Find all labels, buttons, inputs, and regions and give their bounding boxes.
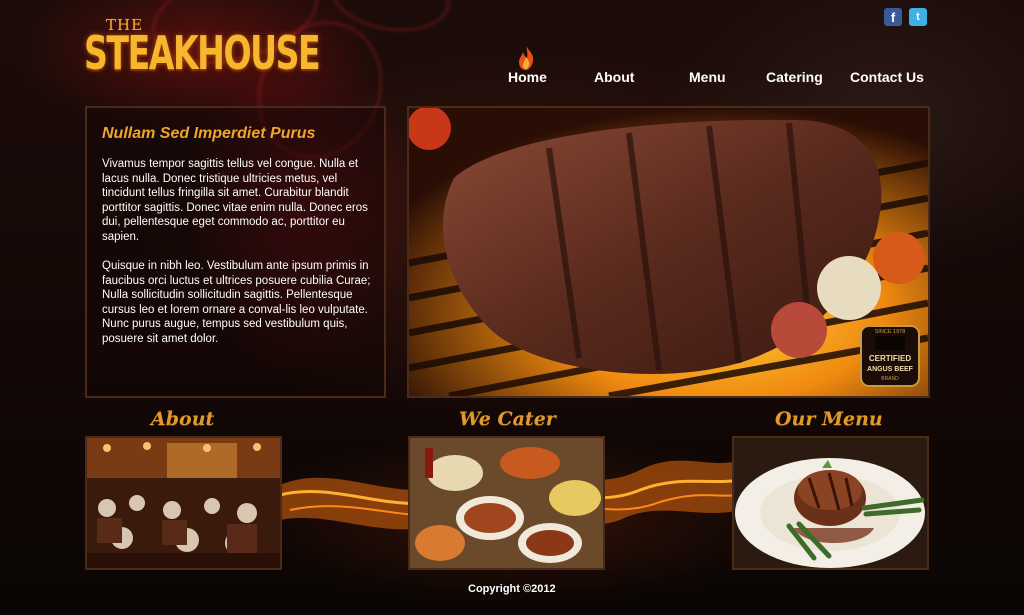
intro-heading: Nullam Sed Imperdiet Purus bbox=[102, 125, 316, 142]
badge-line-3: BRAND bbox=[881, 376, 899, 382]
nav-menu[interactable]: Menu bbox=[689, 69, 726, 85]
nav-about[interactable]: About bbox=[594, 69, 634, 85]
we-cater-title[interactable]: We Cater bbox=[459, 408, 556, 430]
about-image[interactable] bbox=[85, 436, 282, 570]
nav-home[interactable]: Home bbox=[508, 69, 547, 85]
main-nav: Home About Menu Catering Contact Us bbox=[0, 69, 1024, 89]
certified-angus-badge: SINCE 1978 CERTIFIED ANGUS BEEF BRAND bbox=[860, 325, 920, 387]
intro-paragraph-2: Quisque in nibh leo. Vestibulum ante ips… bbox=[102, 260, 371, 345]
badge-line-2: ANGUS BEEF bbox=[867, 366, 914, 373]
nav-catering[interactable]: Catering bbox=[766, 69, 823, 85]
nav-contact[interactable]: Contact Us bbox=[850, 69, 924, 85]
flame-icon bbox=[519, 46, 534, 70]
badge-line-1: CERTIFIED bbox=[869, 354, 911, 363]
catering-image[interactable] bbox=[408, 436, 605, 570]
intro-paragraph-1: Vivamus tempor sagittis tellus vel congu… bbox=[102, 158, 368, 243]
social-links: f t bbox=[884, 8, 927, 26]
hero-image: SINCE 1978 CERTIFIED ANGUS BEEF BRAND bbox=[407, 106, 930, 398]
our-menu-title[interactable]: Our Menu bbox=[775, 408, 883, 430]
copyright: Copyright ©2012 bbox=[468, 583, 556, 595]
facebook-icon[interactable]: f bbox=[884, 8, 902, 26]
intro-panel: Nullam Sed Imperdiet Purus Vivamus tempo… bbox=[85, 106, 386, 398]
badge-since: SINCE 1978 bbox=[875, 329, 906, 335]
twitter-icon[interactable]: t bbox=[909, 8, 927, 26]
menu-image[interactable] bbox=[732, 436, 929, 570]
about-title[interactable]: About bbox=[151, 408, 214, 430]
